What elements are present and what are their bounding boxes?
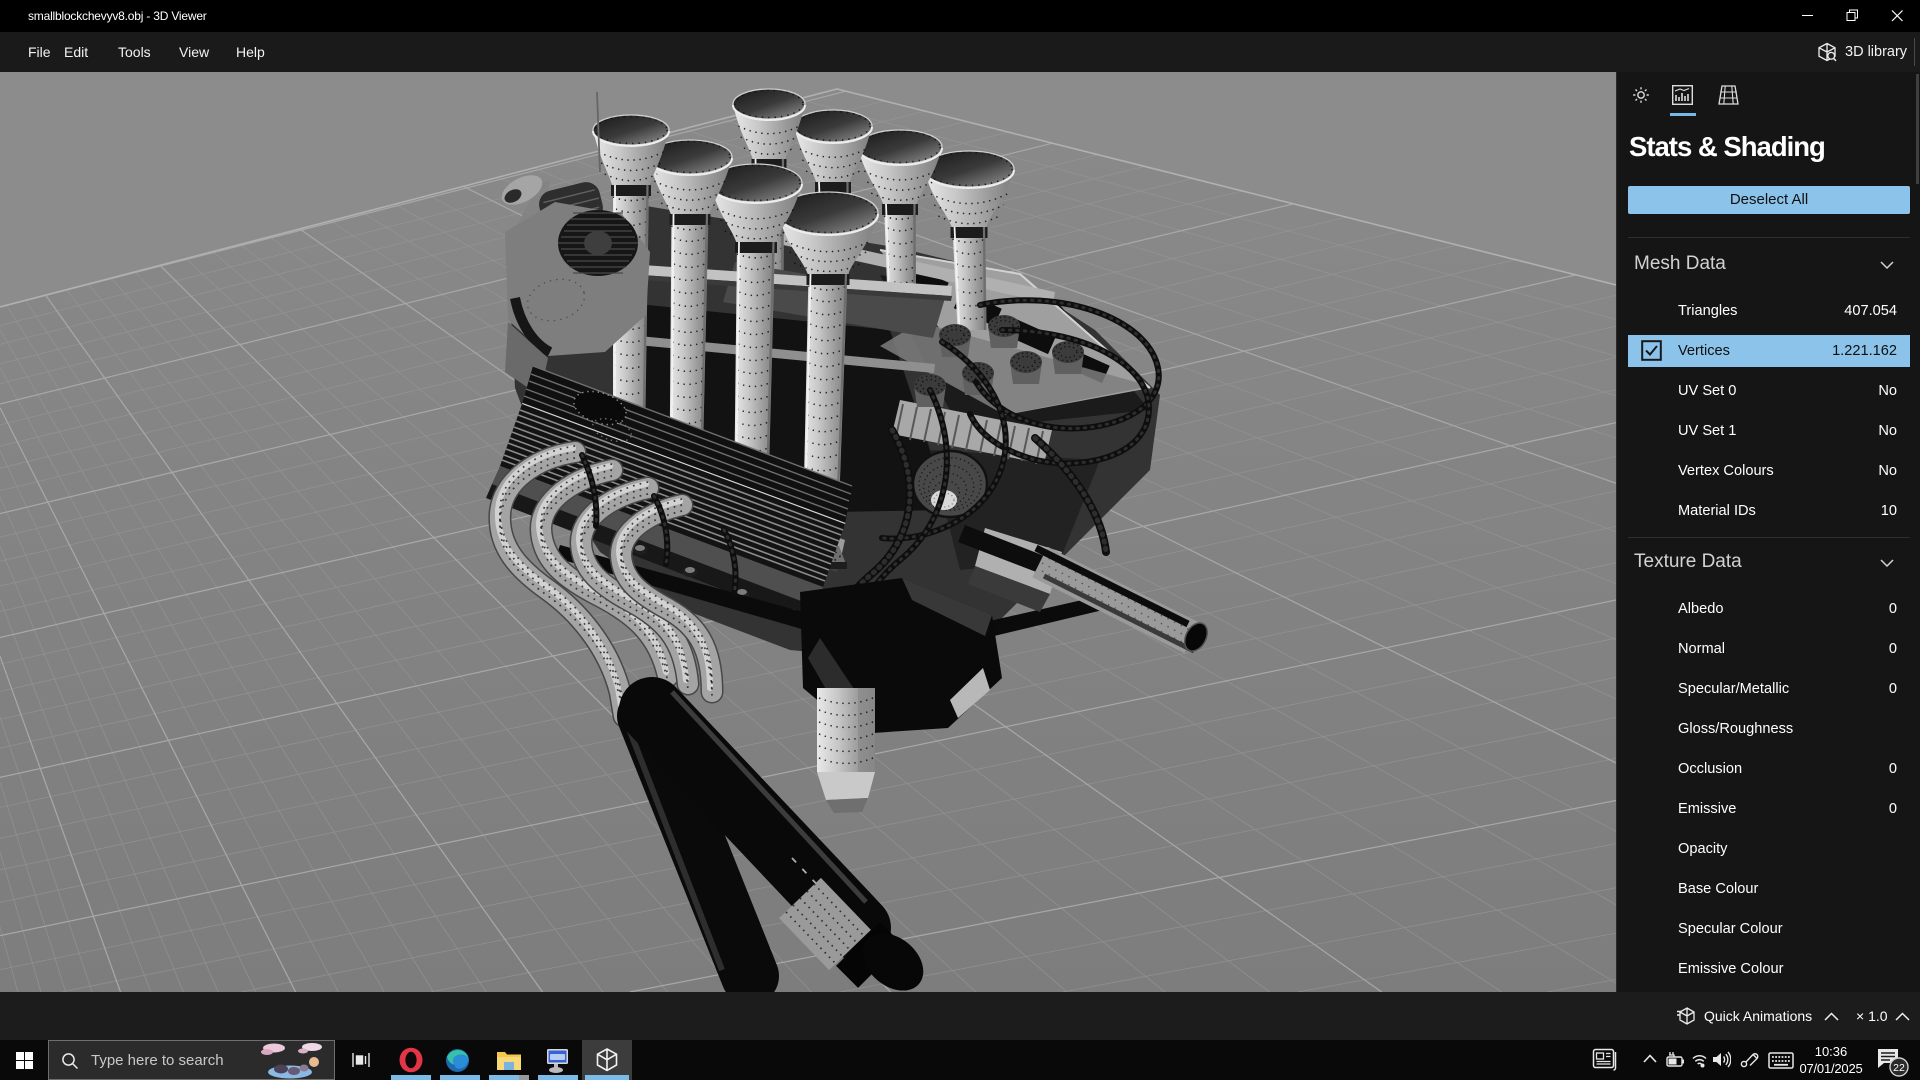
svg-text:22: 22 [1893, 1062, 1905, 1074]
